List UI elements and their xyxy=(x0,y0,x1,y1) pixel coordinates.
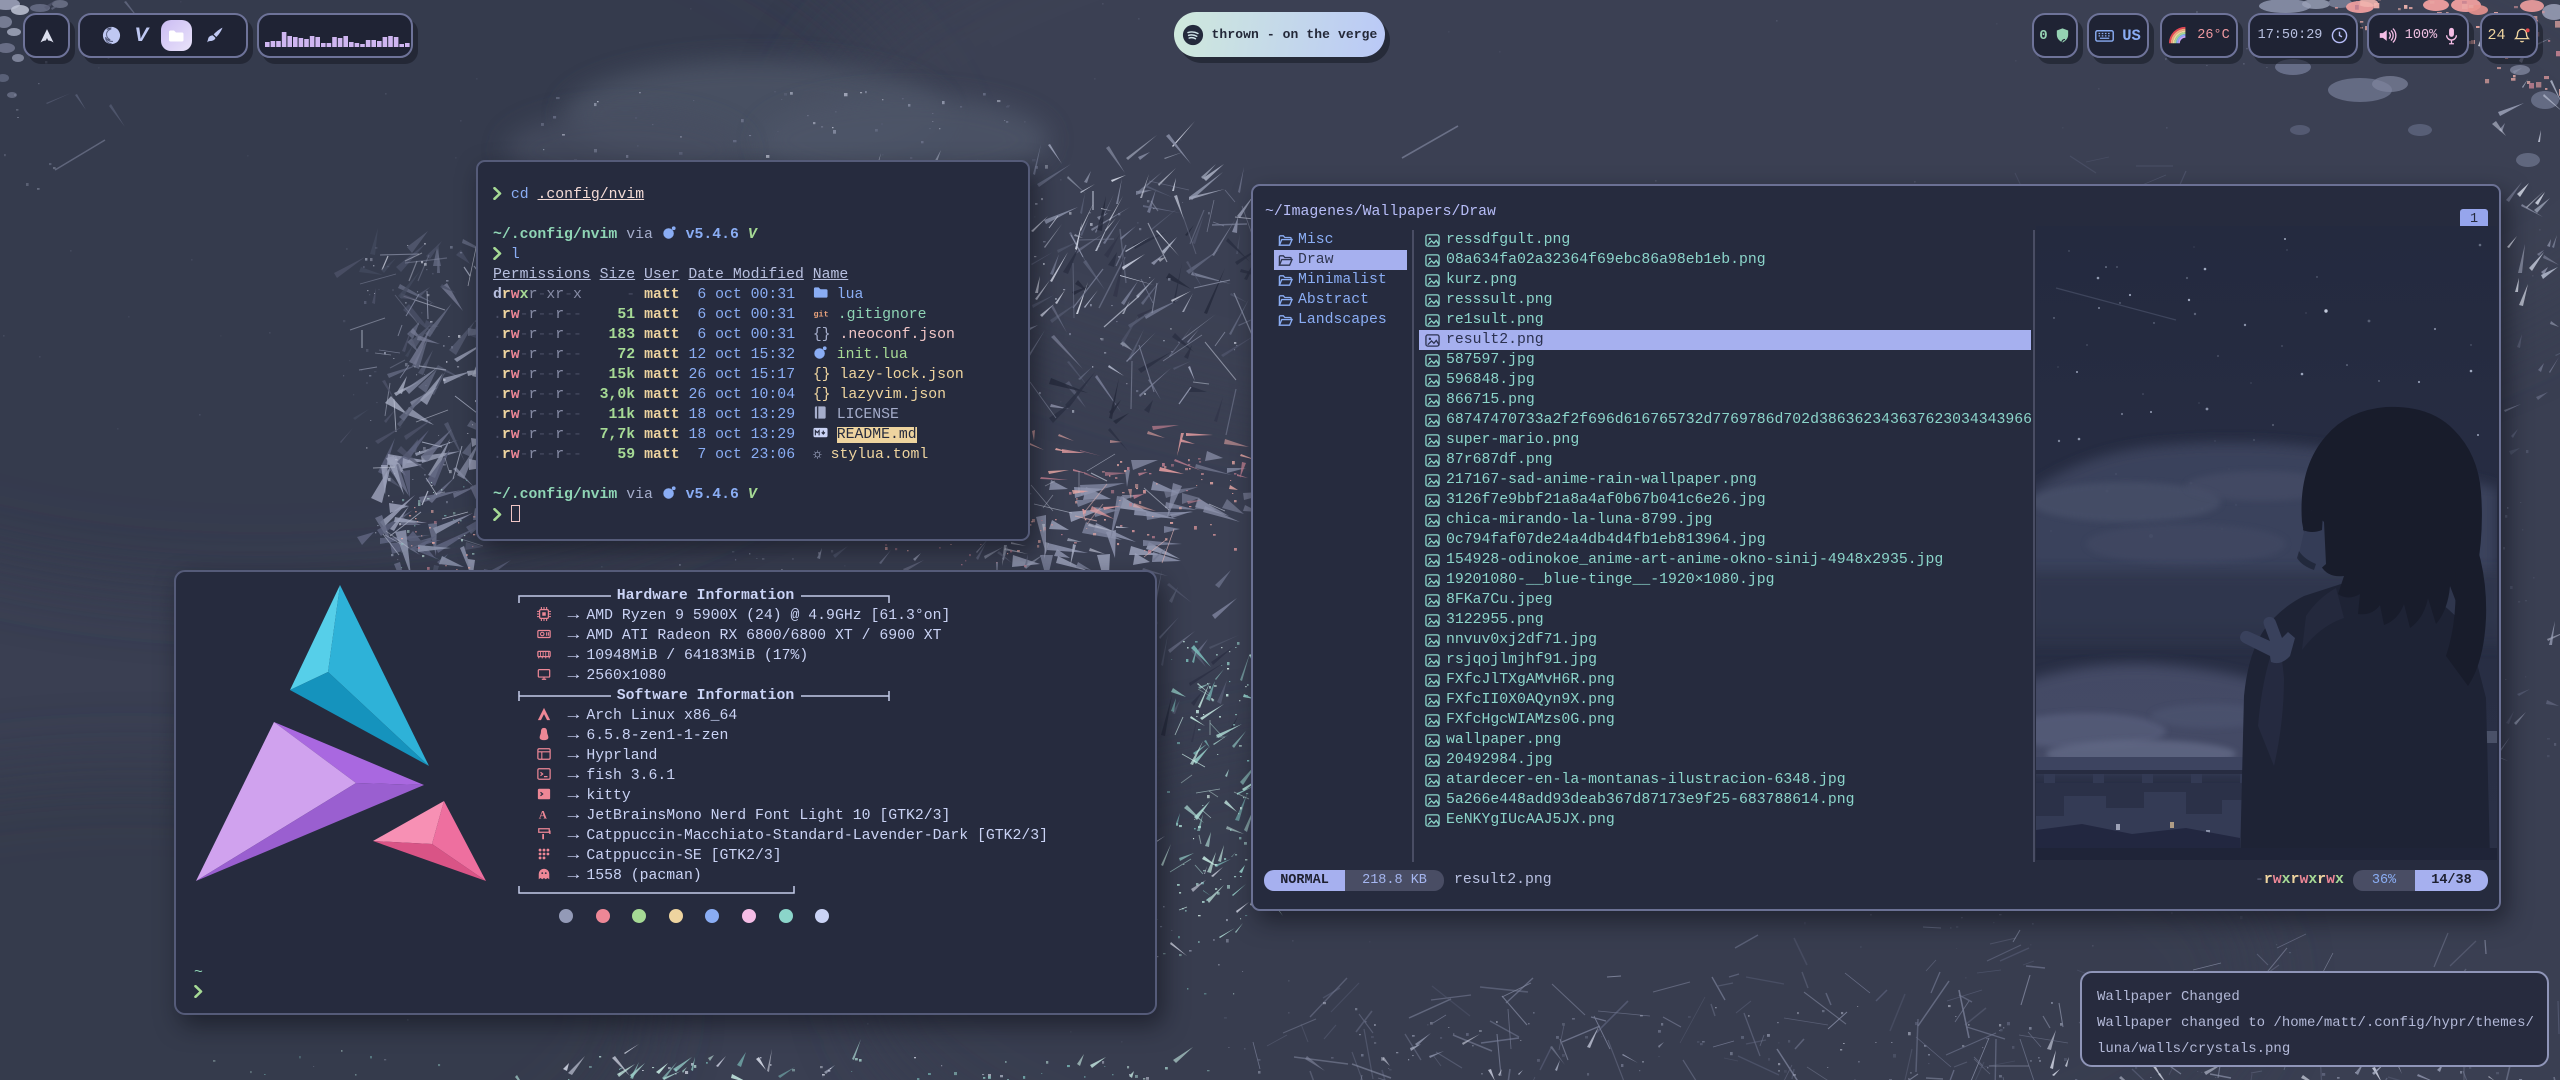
svg-text:A: A xyxy=(539,809,548,821)
svg-text:git: git xyxy=(813,309,828,319)
